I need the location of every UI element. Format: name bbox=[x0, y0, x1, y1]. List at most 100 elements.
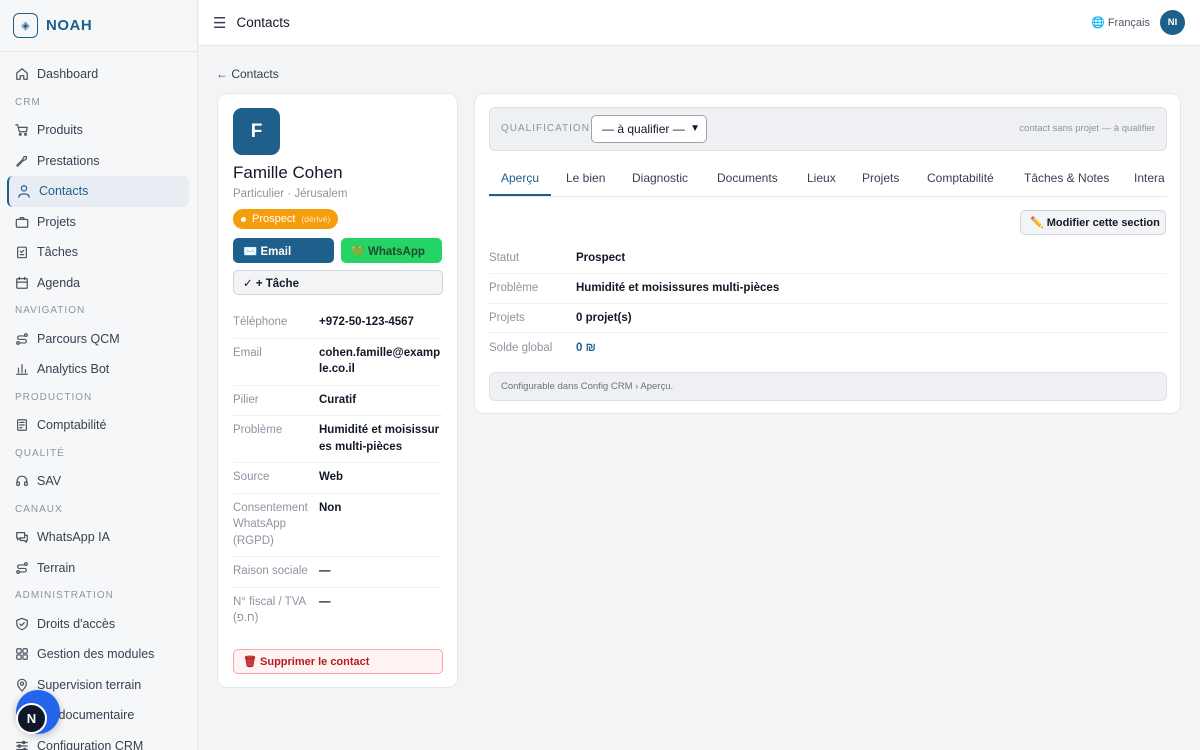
sidebar-nav: Dashboard CRM Produits Prestations Contacts P… bbox=[0, 52, 197, 750]
contact-avatar: F bbox=[233, 108, 280, 155]
route-icon bbox=[15, 561, 29, 575]
config-note: Configurable dans Config CRM › Aperçu. bbox=[489, 372, 1167, 401]
briefcase-icon bbox=[15, 215, 29, 229]
language-selector[interactable]: 🌐 Français bbox=[1091, 16, 1150, 30]
contact-info-row: Consentement WhatsApp (RGPD) Non bbox=[233, 494, 442, 557]
contact-info-value: Curatif bbox=[319, 393, 357, 406]
sidebar-section-label: ADMINISTRATION bbox=[15, 590, 114, 602]
qualification-label: QUALIFICATION bbox=[501, 123, 590, 134]
sidebar-item-prestations[interactable]: Prestations bbox=[7, 146, 189, 177]
sidebar-item-label: Prestations bbox=[37, 153, 100, 168]
add-task-button[interactable]: ✓ + Tâche bbox=[233, 270, 443, 295]
status-label: Prospect bbox=[252, 213, 296, 225]
sidebar-section-label: PRODUCTION bbox=[15, 391, 93, 403]
edit-section-button[interactable]: ✏️ Modifier cette section bbox=[1020, 210, 1166, 235]
contact-info-value: — bbox=[319, 595, 331, 608]
contact-info-row: Téléphone +972-50-123-4567 bbox=[233, 308, 442, 339]
sidebar-item-label: Gestion des modules bbox=[37, 647, 155, 662]
sidebar-item-comptabilite[interactable]: Comptabilité bbox=[7, 410, 189, 441]
sidebar-item-whatsapp-ia[interactable]: WhatsApp IA bbox=[7, 522, 189, 553]
contact-info-label: N° fiscal / TVA (ח.פ) bbox=[233, 595, 306, 625]
cart-icon bbox=[15, 123, 29, 137]
email-button[interactable]: ✉️ Email bbox=[233, 238, 334, 263]
contact-info-label: Pilier bbox=[233, 393, 259, 406]
brand-name: NOAH bbox=[46, 17, 93, 34]
overview-row: Projets 0 projet(s) bbox=[489, 304, 1167, 334]
qualification-selected: — à qualifier — bbox=[602, 122, 685, 136]
sidebar-item-agenda[interactable]: Agenda bbox=[7, 268, 189, 299]
overview-value: 0 ₪ bbox=[576, 342, 596, 355]
active-tab-indicator bbox=[489, 194, 551, 196]
overview-label: Statut bbox=[489, 252, 520, 265]
avatar[interactable]: NI bbox=[1160, 10, 1185, 35]
sidebar-item-droits-acces[interactable]: Droits d'accès bbox=[7, 609, 189, 640]
hamburger-icon[interactable]: ☰ bbox=[213, 14, 226, 32]
sidebar: ◈ NOAH Dashboard CRM Produits Prestations Co… bbox=[0, 0, 198, 750]
assistant-button[interactable]: N bbox=[16, 703, 47, 734]
sidebar-item-taches[interactable]: Tâches bbox=[7, 237, 189, 268]
tab-le-bien[interactable]: Le bien bbox=[566, 171, 605, 185]
contact-info-value: +972-50-123-4567 bbox=[319, 316, 414, 328]
sidebar-item-produits[interactable]: Produits bbox=[7, 115, 189, 146]
brand[interactable]: ◈ NOAH bbox=[0, 0, 197, 52]
tab-lieux[interactable]: Lieux bbox=[807, 171, 836, 185]
overview-fields: Statut Prospect Problème Humidité et moisis… bbox=[489, 244, 1167, 363]
sidebar-item-label: Contacts bbox=[39, 184, 89, 199]
sidebar-section-label: NAVIGATION bbox=[15, 305, 86, 317]
qualification-note: contact sans projet — à qualifier bbox=[1019, 123, 1155, 134]
contact-info-value: cohen.famille@example.co.il bbox=[319, 346, 441, 376]
tab-documents[interactable]: Documents bbox=[717, 171, 778, 185]
contact-info-row: N° fiscal / TVA (ח.פ) — bbox=[233, 588, 442, 634]
sidebar-item-sav[interactable]: SAV bbox=[7, 466, 189, 497]
contact-info-value: — bbox=[319, 565, 331, 577]
sidebar-item-projets[interactable]: Projets bbox=[7, 207, 189, 238]
status-sub: (dérivé) bbox=[301, 214, 331, 224]
delete-contact-button[interactable]: 🗑 Supprimer le contact bbox=[233, 649, 443, 674]
sidebar-item-terrain[interactable]: Terrain bbox=[7, 553, 189, 584]
sidebar-item-contacts[interactable]: Contacts bbox=[7, 176, 189, 207]
tab-comptabilite[interactable]: Comptabilité bbox=[927, 171, 994, 185]
sidebar-item-label: Analytics Bot bbox=[37, 362, 110, 377]
overview-row: Statut Prospect bbox=[489, 244, 1167, 274]
contact-name: Famille Cohen bbox=[233, 163, 343, 182]
qualification-select[interactable]: — à qualifier — ▼ bbox=[591, 115, 707, 143]
overview-value: 0 projet(s) bbox=[576, 311, 632, 324]
contact-info-label: Téléphone bbox=[233, 316, 288, 328]
sidebar-item-dashboard[interactable]: Dashboard bbox=[7, 59, 189, 90]
whatsapp-button[interactable]: 💚 WhatsApp bbox=[340, 238, 442, 263]
contact-info-label: Raison sociale bbox=[233, 565, 308, 577]
tab-diagnostic[interactable]: Diagnostic bbox=[632, 171, 688, 185]
overview-row: Problème Humidité et moisissures multi-pi… bbox=[489, 274, 1167, 304]
sidebar-item-parcours-qcm[interactable]: Parcours QCM bbox=[7, 324, 189, 355]
tab-intera[interactable]: Intera bbox=[1134, 171, 1165, 185]
status-dot-icon bbox=[241, 216, 246, 222]
assistant-button-label: N bbox=[26, 711, 37, 726]
sidebar-item-label: Tâches bbox=[37, 245, 78, 260]
home-icon bbox=[15, 67, 29, 81]
contact-card: F Famille Cohen Particulier · Jérusalem … bbox=[217, 93, 458, 688]
contact-info-label: Problème bbox=[233, 424, 283, 436]
page-title: Contacts bbox=[236, 15, 290, 30]
tab-taches-notes[interactable]: Tâches & Notes bbox=[1024, 171, 1109, 185]
diamond-logo-icon: ◈ bbox=[13, 13, 38, 38]
contact-info-label: Email bbox=[233, 346, 262, 359]
sidebar-item-gestion-modules[interactable]: Gestion des modules bbox=[7, 639, 189, 670]
sidebar-item-analytics-bot[interactable]: Analytics Bot bbox=[7, 354, 189, 385]
sidebar-item-label: Agenda bbox=[37, 275, 81, 290]
sidebar-item-label: Dashboard bbox=[37, 67, 99, 82]
map-pin-icon bbox=[15, 678, 29, 692]
overview-label: Problème bbox=[489, 282, 539, 295]
overview-row: Solde global 0 ₪ bbox=[489, 333, 1167, 363]
sidebar-section-label: CANAUX bbox=[15, 503, 63, 515]
tab-apercu[interactable]: Aperçu bbox=[501, 171, 539, 185]
sidebar-section-label: QUALITÉ bbox=[15, 447, 65, 459]
contact-info-label: Source bbox=[233, 471, 270, 483]
back-link[interactable]: ← Contacts bbox=[216, 67, 279, 81]
contact-info-row: Source Web bbox=[233, 463, 442, 494]
tab-projets[interactable]: Projets bbox=[862, 171, 899, 185]
user-icon bbox=[17, 184, 31, 198]
sidebar-item-label: Configuration CRM bbox=[37, 738, 144, 750]
sidebar-item-label: SAV bbox=[37, 474, 62, 489]
overview-value: Prospect bbox=[576, 252, 626, 265]
status-badge: Prospect (dérivé) bbox=[233, 209, 339, 229]
